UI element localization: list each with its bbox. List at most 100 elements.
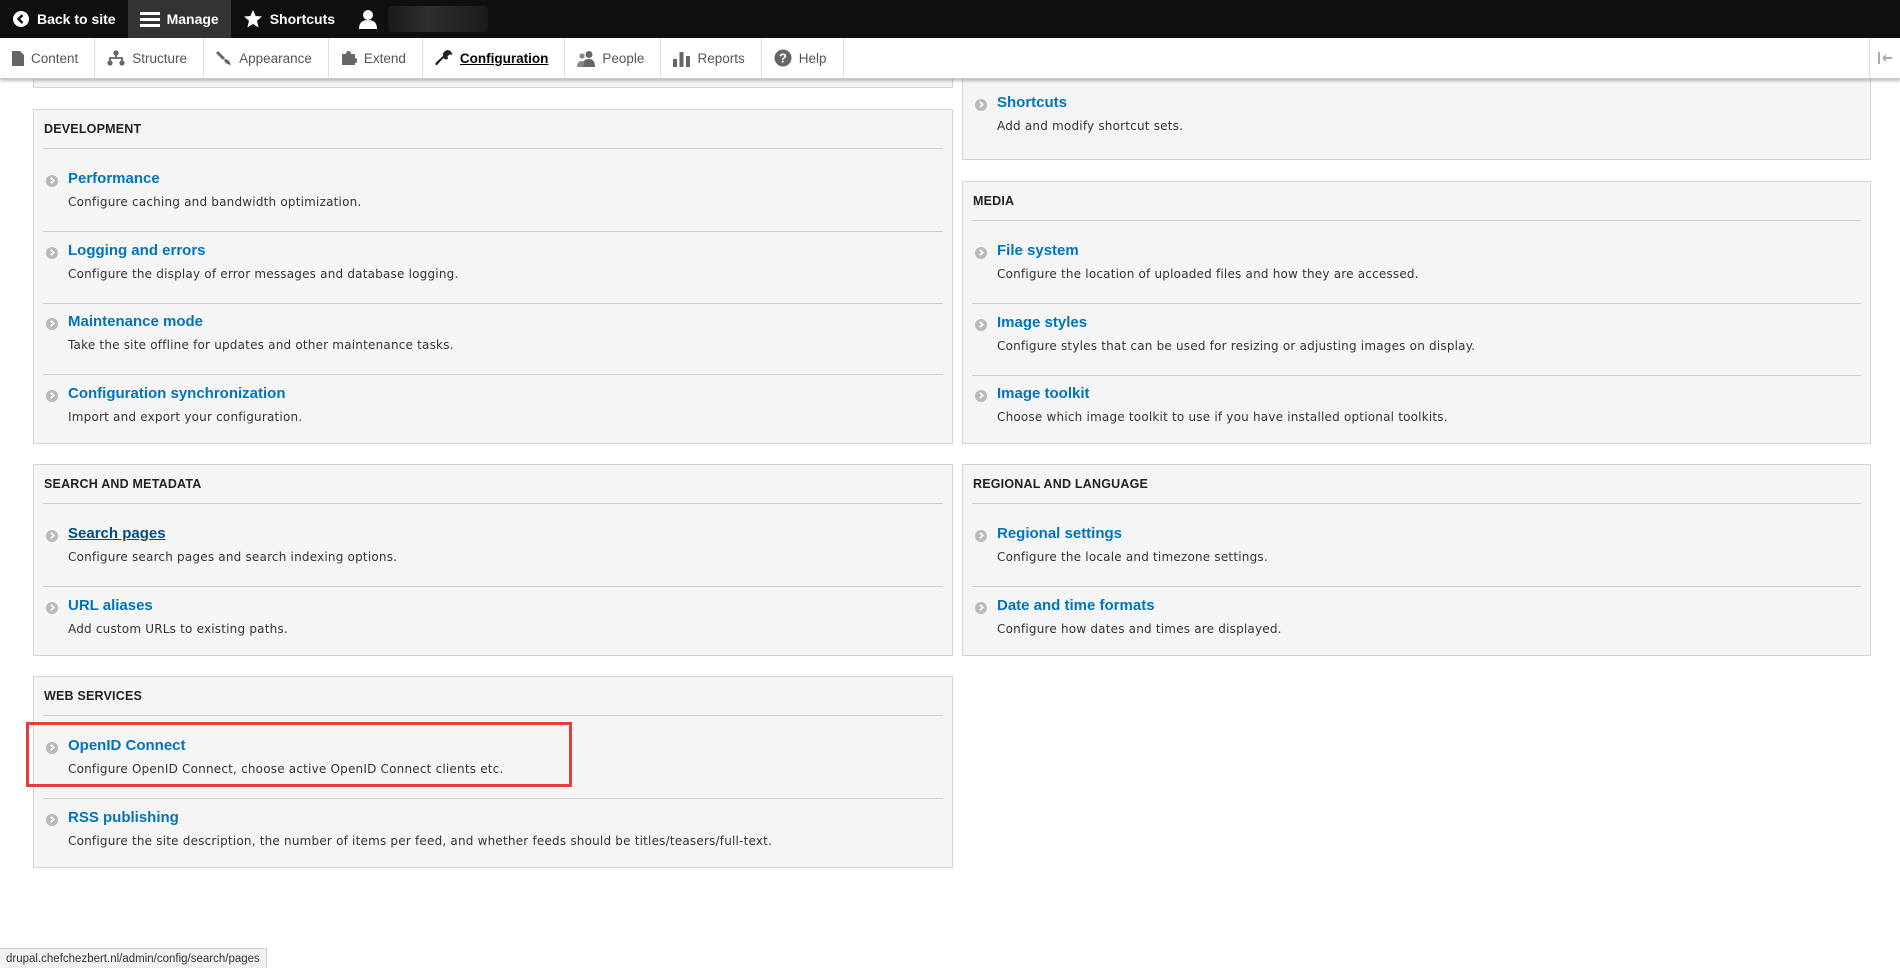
- search-metadata-panel: SEARCH AND METADATA Search pages Configu…: [33, 464, 953, 656]
- structure-icon: [107, 50, 125, 66]
- user-tab[interactable]: [347, 0, 500, 38]
- regional-settings-link[interactable]: Regional settings: [997, 525, 1122, 542]
- search-pages-description: Configure search pages and search indexi…: [68, 550, 398, 564]
- tray-item-configuration[interactable]: Configuration: [423, 38, 566, 78]
- list-item: RSS publishing Configure the site descri…: [43, 798, 943, 870]
- tray-item-structure[interactable]: Structure: [95, 38, 205, 78]
- maintenance-mode-link[interactable]: Maintenance mode: [68, 313, 203, 330]
- shortcuts-tab[interactable]: Shortcuts: [231, 0, 347, 38]
- search-pages-link[interactable]: Search pages: [68, 525, 166, 542]
- chevron-right-icon: [46, 742, 58, 754]
- web-services-heading: WEB SERVICES: [44, 689, 143, 703]
- chevron-right-icon: [46, 175, 58, 187]
- list-item: File system Configure the location of up…: [972, 231, 1861, 304]
- tray-item-reports-label: Reports: [697, 50, 745, 66]
- link-preview-statusbar: drupal.chefchezbert.nl/admin/config/sear…: [0, 948, 267, 968]
- url-aliases-description: Add custom URLs to existing paths.: [68, 622, 288, 636]
- back-arrow-icon: [13, 11, 29, 27]
- regional-language-panel: REGIONAL AND LANGUAGE Regional settings …: [962, 464, 1871, 656]
- tray-item-extend-label: Extend: [363, 50, 406, 66]
- tray-item-configuration-label: Configuration: [459, 50, 549, 66]
- shortcuts-description: Add and modify shortcut sets.: [997, 119, 1184, 133]
- regional-language-heading: REGIONAL AND LANGUAGE: [973, 477, 1149, 491]
- list-item: Shortcuts Add and modify shortcut sets.: [972, 83, 1861, 155]
- list-item: Image styles Configure styles that can b…: [972, 303, 1861, 376]
- tray-item-people[interactable]: People: [565, 38, 662, 78]
- list-item: Performance Configure caching and bandwi…: [43, 159, 943, 232]
- svg-text:?: ?: [779, 51, 787, 66]
- list-item: Date and time formats Configure how date…: [972, 586, 1861, 658]
- admin-tray: Content Structure Appearance Extend Conf…: [0, 38, 1900, 79]
- back-to-site-label: Back to site: [37, 11, 116, 27]
- file-system-description: Configure the location of uploaded files…: [997, 267, 1419, 281]
- manage-label: Manage: [166, 11, 219, 27]
- tray-item-content[interactable]: Content: [0, 38, 96, 78]
- tray-item-reports[interactable]: Reports: [661, 38, 762, 78]
- search-heading-rule: [43, 503, 943, 504]
- list-item: Search pages Configure search pages and …: [43, 514, 943, 587]
- paintbrush-icon: [216, 51, 232, 65]
- regional-heading-rule: [972, 503, 1861, 504]
- tray-orientation-toggle[interactable]: [1869, 38, 1900, 78]
- manage-tab[interactable]: Manage: [127, 0, 231, 38]
- media-heading: MEDIA: [973, 194, 1015, 208]
- web-services-panel: WEB SERVICES OpenID Connect Configure Op…: [33, 676, 953, 868]
- url-aliases-link[interactable]: URL aliases: [68, 597, 153, 614]
- search-metadata-heading: SEARCH AND METADATA: [44, 477, 202, 491]
- media-heading-rule: [972, 220, 1861, 221]
- config-sync-link[interactable]: Configuration synchronization: [68, 385, 286, 402]
- image-styles-link[interactable]: Image styles: [997, 314, 1087, 331]
- image-toolkit-link[interactable]: Image toolkit: [997, 385, 1090, 402]
- tray-item-appearance-label: Appearance: [239, 50, 312, 66]
- shortcuts-label: Shortcuts: [269, 11, 336, 27]
- user-icon: [359, 10, 378, 29]
- regional-settings-description: Configure the locale and timezone settin…: [997, 550, 1268, 564]
- chevron-right-icon: [975, 319, 987, 331]
- tray-item-appearance[interactable]: Appearance: [204, 38, 329, 78]
- chevron-right-icon: [46, 390, 58, 402]
- star-icon: [243, 10, 262, 28]
- chevron-right-icon: [975, 530, 987, 542]
- list-item: URL aliases Add custom URLs to existing …: [43, 586, 943, 658]
- chevron-right-icon: [46, 530, 58, 542]
- back-to-site-link[interactable]: Back to site: [0, 0, 128, 38]
- tray-item-help[interactable]: ? Help: [762, 38, 844, 78]
- openid-connect-link[interactable]: OpenID Connect: [68, 737, 186, 754]
- shortcuts-link[interactable]: Shortcuts: [997, 94, 1067, 111]
- rss-publishing-description: Configure the site description, the numb…: [68, 834, 773, 848]
- puzzle-icon: [341, 51, 357, 65]
- chevron-right-icon: [975, 390, 987, 402]
- logging-errors-link[interactable]: Logging and errors: [68, 242, 206, 259]
- people-icon: [577, 50, 596, 67]
- date-time-formats-link[interactable]: Date and time formats: [997, 597, 1155, 614]
- help-icon: ?: [774, 49, 792, 67]
- development-heading: DEVELOPMENT: [44, 122, 142, 136]
- performance-description: Configure caching and bandwidth optimiza…: [68, 195, 362, 209]
- list-item: Regional settings Configure the locale a…: [972, 514, 1861, 587]
- config-sync-description: Import and export your configuration.: [68, 410, 303, 424]
- list-item: Configuration synchronization Import and…: [43, 374, 943, 446]
- chevron-right-icon: [975, 247, 987, 259]
- chevron-right-icon: [46, 247, 58, 259]
- tray-item-extend[interactable]: Extend: [329, 38, 423, 78]
- document-icon: [12, 50, 24, 66]
- media-panel: MEDIA File system Configure the location…: [962, 181, 1871, 444]
- tray-item-people-label: People: [602, 50, 645, 66]
- performance-link[interactable]: Performance: [68, 170, 160, 187]
- list-item: OpenID Connect Configure OpenID Connect,…: [43, 726, 943, 799]
- bar-chart-icon: [673, 51, 691, 67]
- chevron-right-icon: [46, 602, 58, 614]
- chevron-right-icon: [46, 318, 58, 330]
- tray-item-help-label: Help: [798, 50, 827, 66]
- date-time-formats-description: Configure how dates and times are displa…: [997, 622, 1282, 636]
- file-system-link[interactable]: File system: [997, 242, 1079, 259]
- rss-publishing-link[interactable]: RSS publishing: [68, 809, 179, 826]
- chevron-right-icon: [975, 602, 987, 614]
- collapse-left-icon: [1878, 52, 1892, 64]
- list-item: Image toolkit Choose which image toolkit…: [972, 374, 1861, 446]
- list-item: Logging and errors Configure the display…: [43, 231, 943, 304]
- chevron-right-icon: [46, 814, 58, 826]
- image-styles-description: Configure styles that can be used for re…: [997, 339, 1476, 353]
- tray-item-structure-label: Structure: [132, 50, 188, 66]
- hamburger-icon: [139, 12, 160, 27]
